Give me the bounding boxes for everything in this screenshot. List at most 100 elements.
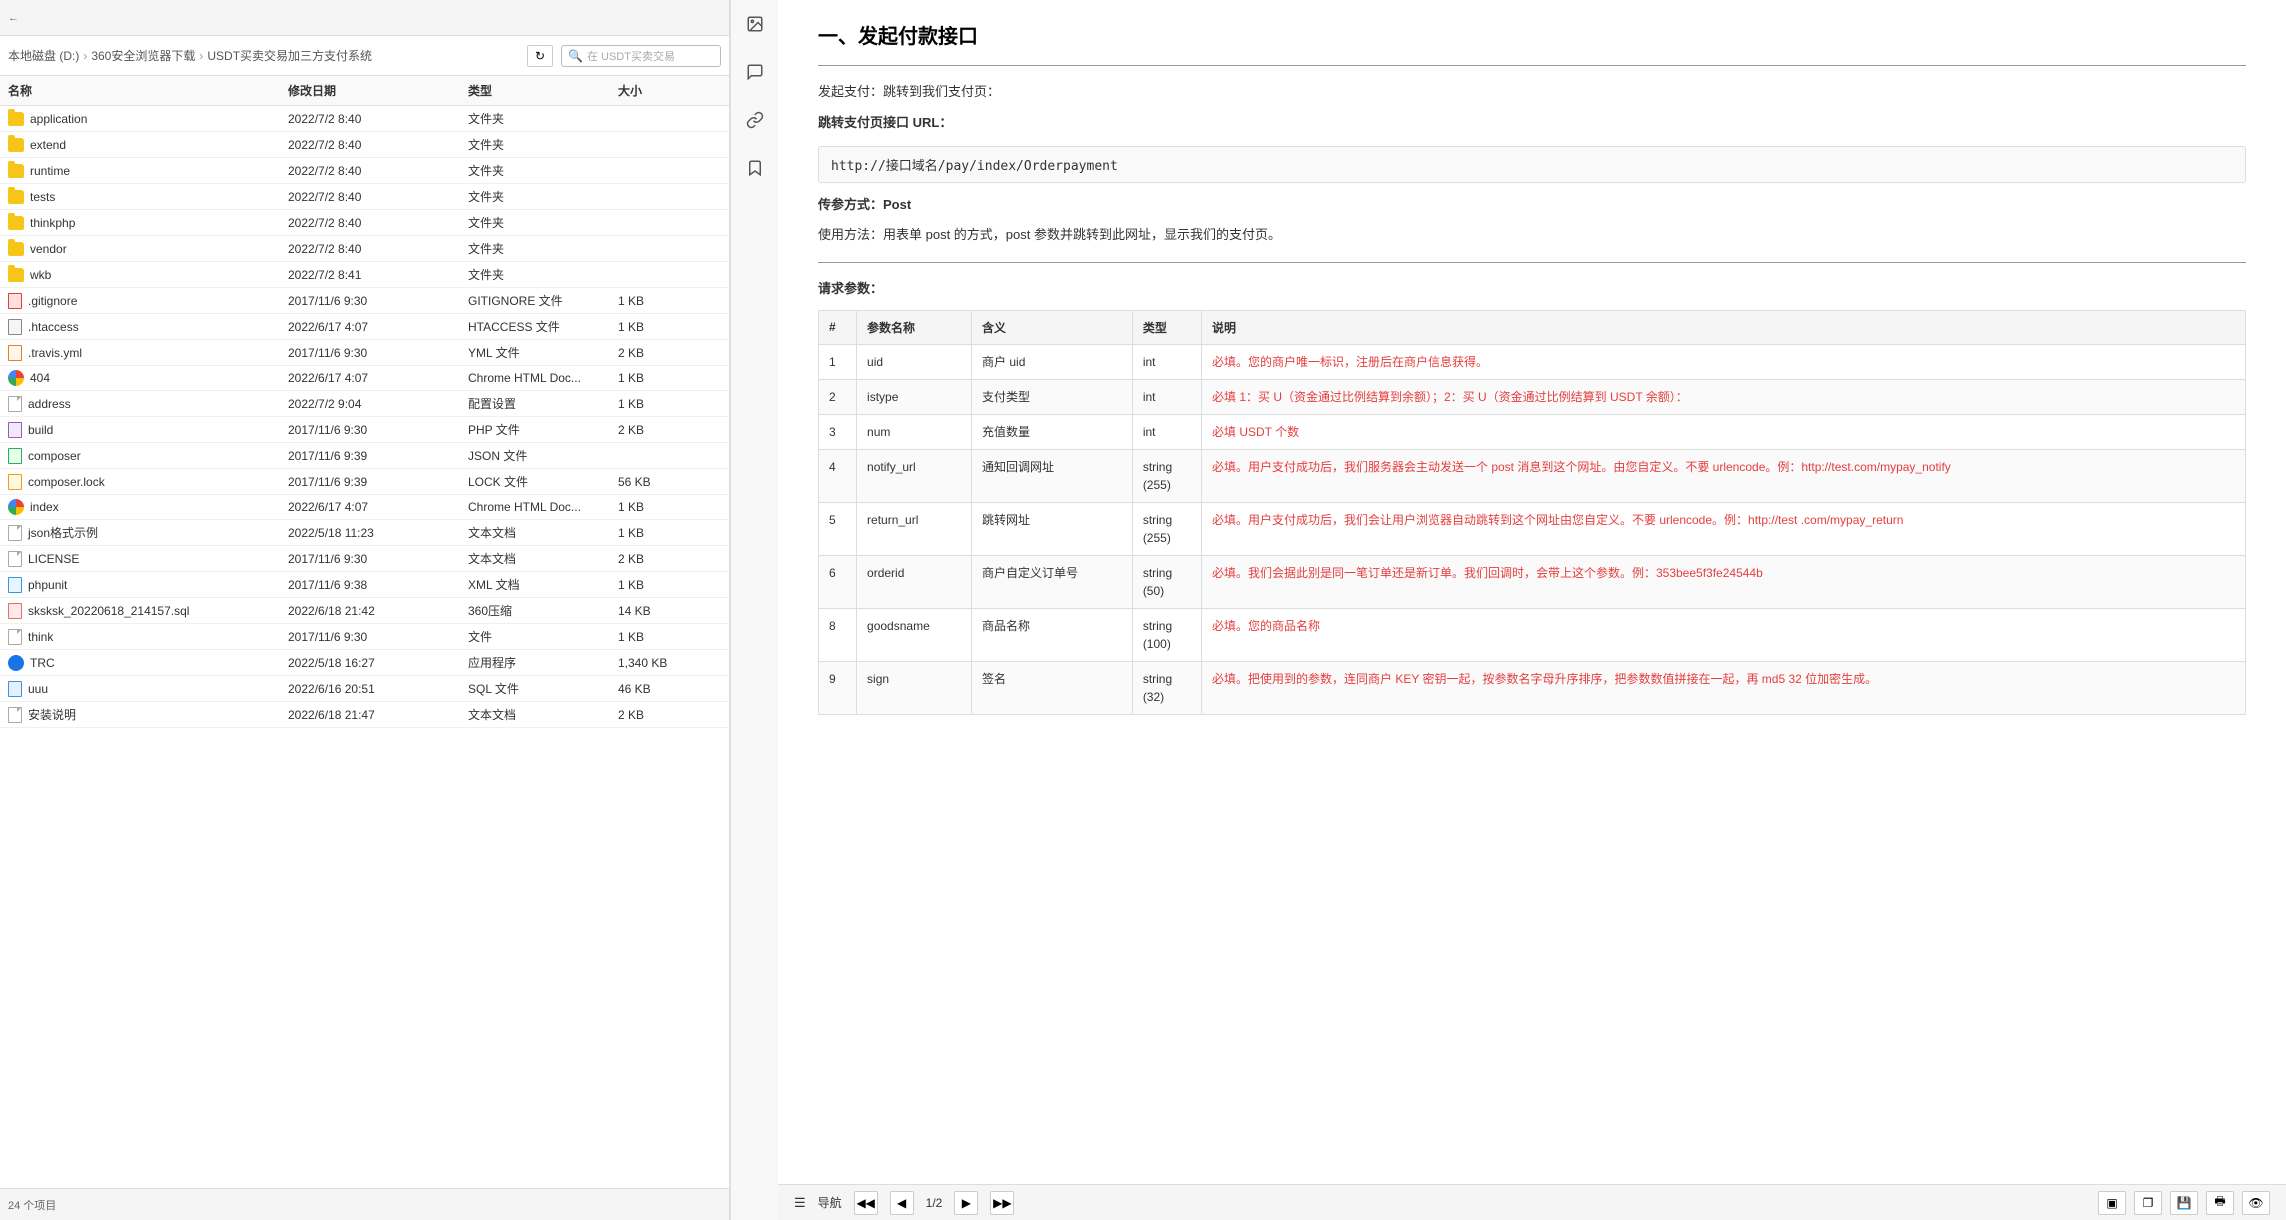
param-row: 9 sign 签名 string (32) 必填。把使用到的参数，连同商户 KE… bbox=[819, 661, 2246, 714]
chrome-icon bbox=[8, 370, 24, 386]
table-row[interactable]: application 2022/7/2 8:40 文件夹 bbox=[0, 106, 729, 132]
param-name: istype bbox=[857, 379, 972, 414]
nav-prev-btn[interactable]: ◀ bbox=[890, 1191, 914, 1215]
param-desc: 必填 1：买 U（资金通过比例结算到余额）；2：买 U（资金通过比例结算到 US… bbox=[1201, 379, 2245, 414]
table-row[interactable]: TRC 2022/5/18 16:27 应用程序 1,340 KB bbox=[0, 650, 729, 676]
param-row: 5 return_url 跳转网址 string (255) 必填。用户支付成功… bbox=[819, 502, 2246, 555]
breadcrumb-part-3[interactable]: USDT买卖交易加三方支付系统 bbox=[207, 47, 372, 64]
toolbar-placeholder: ← bbox=[8, 12, 19, 24]
th-type: 类型 bbox=[1132, 310, 1201, 344]
file-name: vendor bbox=[30, 242, 67, 256]
file-name-cell: .travis.yml bbox=[8, 345, 288, 361]
file-name-cell: .htaccess bbox=[8, 319, 288, 335]
file-name-cell: address bbox=[8, 396, 288, 412]
breadcrumb-bar[interactable]: 本地磁盘 (D:) › 360安全浏览器下载 › USDT买卖交易加三方支付系统… bbox=[0, 36, 729, 76]
param-meaning: 支付类型 bbox=[972, 379, 1133, 414]
nav-next-btn[interactable]: ▶ bbox=[954, 1191, 978, 1215]
print-btn[interactable]: 🖶 bbox=[2206, 1191, 2234, 1215]
file-size: 2 KB bbox=[618, 346, 698, 360]
nav-first-btn[interactable]: ◀◀ bbox=[854, 1191, 878, 1215]
folder-icon bbox=[8, 190, 24, 204]
file-name: LICENSE bbox=[28, 552, 79, 566]
table-row[interactable]: address 2022/7/2 9:04 配置设置 1 KB bbox=[0, 391, 729, 417]
file-name-cell: TRC bbox=[8, 655, 288, 671]
table-row[interactable]: extend 2022/7/2 8:40 文件夹 bbox=[0, 132, 729, 158]
param-meaning: 跳转网址 bbox=[972, 502, 1133, 555]
table-row[interactable]: phpunit 2017/11/6 9:38 XML 文档 1 KB bbox=[0, 572, 729, 598]
table-row[interactable]: LICENSE 2017/11/6 9:30 文本文档 2 KB bbox=[0, 546, 729, 572]
git-icon bbox=[8, 293, 22, 309]
table-row[interactable]: composer.lock 2017/11/6 9:39 LOCK 文件 56 … bbox=[0, 469, 729, 495]
file-name: 404 bbox=[30, 371, 50, 385]
table-row[interactable]: .travis.yml 2017/11/6 9:30 YML 文件 2 KB bbox=[0, 340, 729, 366]
folder-icon bbox=[8, 268, 24, 282]
toolbar-buttons: ← bbox=[8, 12, 19, 24]
save-btn[interactable]: 💾 bbox=[2170, 1191, 2198, 1215]
col-date[interactable]: 修改日期 bbox=[288, 82, 468, 99]
comment-tool-icon[interactable] bbox=[739, 56, 771, 88]
file-type: JSON 文件 bbox=[468, 447, 618, 464]
table-row[interactable]: index 2022/6/17 4:07 Chrome HTML Doc... … bbox=[0, 495, 729, 520]
sidebar-icons bbox=[730, 0, 778, 1220]
table-row[interactable]: 404 2022/6/17 4:07 Chrome HTML Doc... 1 … bbox=[0, 366, 729, 391]
param-desc: 必填。用户支付成功后，我们会让用户浏览器自动跳转到这个网址由您自定义。不要 ur… bbox=[1201, 502, 2245, 555]
file-date: 2022/7/2 8:40 bbox=[288, 216, 468, 230]
table-row[interactable]: .htaccess 2022/6/17 4:07 HTACCESS 文件 1 K… bbox=[0, 314, 729, 340]
param-name: uid bbox=[857, 344, 972, 379]
file-date: 2022/6/17 4:07 bbox=[288, 320, 468, 334]
file-type: XML 文档 bbox=[468, 576, 618, 593]
table-row[interactable]: uuu 2022/6/16 20:51 SQL 文件 46 KB bbox=[0, 676, 729, 702]
search-icon: 🔍 bbox=[568, 49, 583, 63]
breadcrumb[interactable]: 本地磁盘 (D:) › 360安全浏览器下载 › USDT买卖交易加三方支付系统 bbox=[8, 47, 519, 64]
file-name: application bbox=[30, 112, 87, 126]
param-type: string (255) bbox=[1132, 502, 1201, 555]
col-size: 大小 bbox=[618, 82, 698, 99]
param-num: 1 bbox=[819, 344, 857, 379]
table-row[interactable]: vendor 2022/7/2 8:40 文件夹 bbox=[0, 236, 729, 262]
doc-footer: ☰ 导航 ◀◀ ◀ 1/2 ▶ ▶▶ ▣ ❐ 💾 🖶 👁 bbox=[778, 1184, 2286, 1220]
nav-icon: ☰ bbox=[794, 1195, 806, 1211]
table-row[interactable]: .gitignore 2017/11/6 9:30 GITIGNORE 文件 1… bbox=[0, 288, 729, 314]
file-type: 文本文档 bbox=[468, 524, 618, 541]
file-size: 1 KB bbox=[618, 630, 698, 644]
table-row[interactable]: build 2017/11/6 9:30 PHP 文件 2 KB bbox=[0, 417, 729, 443]
file-name-cell: uuu bbox=[8, 681, 288, 697]
table-row[interactable]: thinkphp 2022/7/2 8:40 文件夹 bbox=[0, 210, 729, 236]
refresh-button[interactable]: ↻ bbox=[527, 45, 553, 67]
file-name-cell: 安装说明 bbox=[8, 706, 288, 723]
file-name-cell: LICENSE bbox=[8, 551, 288, 567]
table-row[interactable]: tests 2022/7/2 8:40 文件夹 bbox=[0, 184, 729, 210]
table-row[interactable]: wkb 2022/7/2 8:41 文件夹 bbox=[0, 262, 729, 288]
param-desc: 必填。您的商户唯一标识，注册后在商户信息获得。 bbox=[1201, 344, 2245, 379]
param-type: int bbox=[1132, 344, 1201, 379]
status-text: 24 个项目 bbox=[8, 1197, 56, 1213]
link-tool-icon[interactable] bbox=[739, 104, 771, 136]
breadcrumb-part-2[interactable]: 360安全浏览器下载 bbox=[91, 47, 195, 64]
file-name-cell: composer bbox=[8, 448, 288, 464]
table-row[interactable]: runtime 2022/7/2 8:40 文件夹 bbox=[0, 158, 729, 184]
expand-btn[interactable]: ▣ bbox=[2098, 1191, 2126, 1215]
nav-last-btn[interactable]: ▶▶ bbox=[990, 1191, 1014, 1215]
file-size: 46 KB bbox=[618, 682, 698, 696]
bookmark-tool-icon[interactable] bbox=[739, 152, 771, 184]
table-row[interactable]: 安装说明 2022/6/18 21:47 文本文档 2 KB bbox=[0, 702, 729, 728]
file-date: 2022/7/2 8:41 bbox=[288, 268, 468, 282]
eye-btn[interactable]: 👁 bbox=[2242, 1191, 2270, 1215]
table-row[interactable]: composer 2017/11/6 9:39 JSON 文件 bbox=[0, 443, 729, 469]
search-bar[interactable]: 🔍 在 USDT买卖交易 bbox=[561, 45, 721, 67]
xml-icon bbox=[8, 577, 22, 593]
col-type: 类型 bbox=[468, 82, 618, 99]
external-btn[interactable]: ❐ bbox=[2134, 1191, 2162, 1215]
param-row: 1 uid 商户 uid int 必填。您的商户唯一标识，注册后在商户信息获得。 bbox=[819, 344, 2246, 379]
table-row[interactable]: think 2017/11/6 9:30 文件 1 KB bbox=[0, 624, 729, 650]
file-date: 2017/11/6 9:30 bbox=[288, 630, 468, 644]
image-tool-icon[interactable] bbox=[739, 8, 771, 40]
file-name: sksksk_20220618_214157.sql bbox=[28, 604, 189, 618]
param-type: int bbox=[1132, 379, 1201, 414]
breadcrumb-part-1[interactable]: 本地磁盘 (D:) bbox=[8, 47, 79, 64]
table-row[interactable]: sksksk_20220618_214157.sql 2022/6/18 21:… bbox=[0, 598, 729, 624]
col-name[interactable]: 名称 bbox=[8, 82, 288, 99]
usage-note: 使用方法：用表单 post 的方式，post 参数并跳转到此网址，显示我们的支付… bbox=[818, 225, 2246, 246]
table-row[interactable]: json格式示例 2022/5/18 11:23 文本文档 1 KB bbox=[0, 520, 729, 546]
file-name: phpunit bbox=[28, 578, 67, 592]
